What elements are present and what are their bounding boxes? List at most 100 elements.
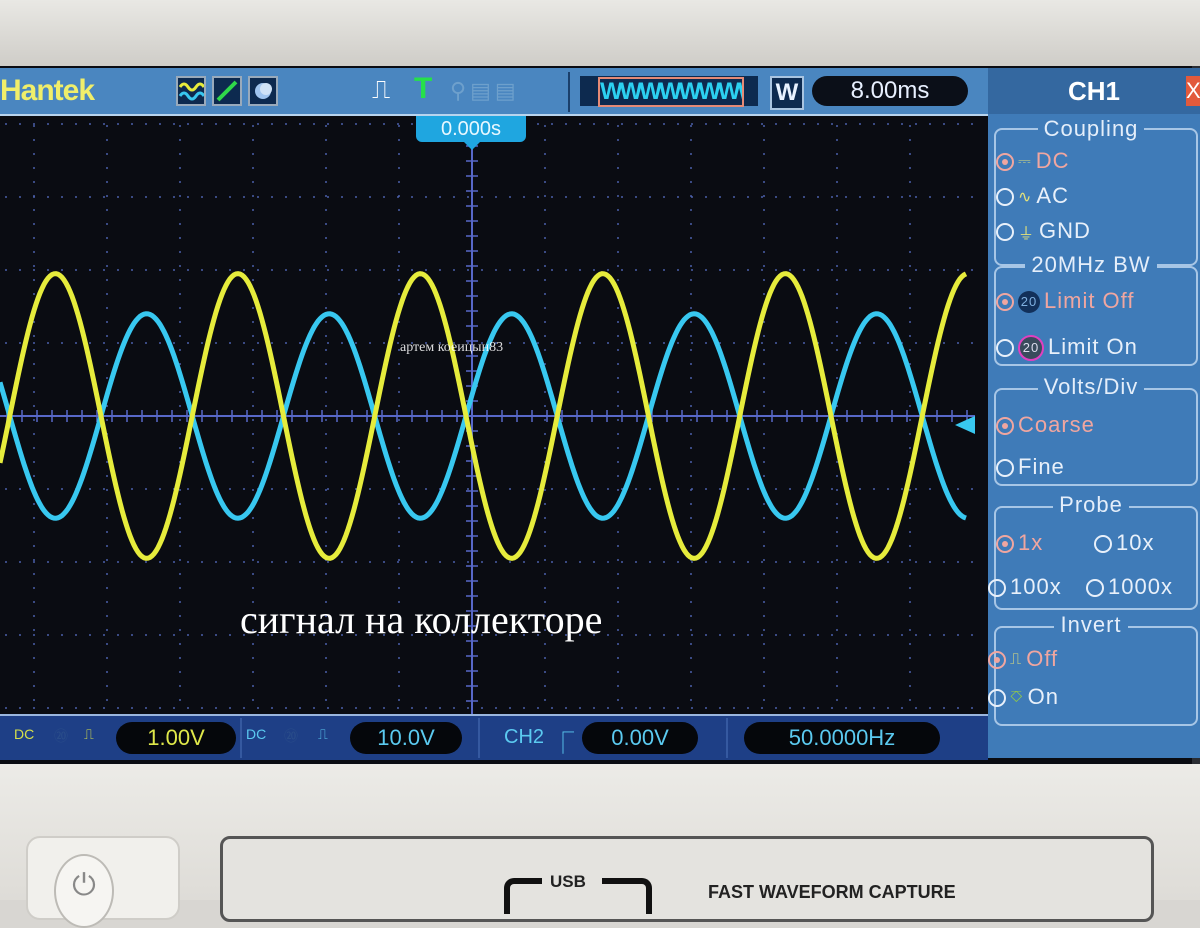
waveform-buffer-icon[interactable]: WWWWWWWWW xyxy=(580,76,758,107)
grid-dot xyxy=(252,321,254,323)
grid-dot xyxy=(565,342,567,344)
power-icon[interactable]: ⏻ xyxy=(54,854,114,928)
xy-mode-icon[interactable] xyxy=(212,76,242,106)
grid-dot xyxy=(179,307,181,309)
grid-dot xyxy=(617,629,619,631)
grid-dot xyxy=(523,342,525,344)
grid-dot xyxy=(106,237,108,239)
probe-1x-option[interactable]: 1x xyxy=(996,530,1043,556)
grid-dot xyxy=(106,307,108,309)
ch1-volts-div[interactable]: 1.00V xyxy=(116,722,236,754)
coupling-gnd-option[interactable]: ⏚ GND xyxy=(996,218,1091,244)
grid-dot xyxy=(909,587,911,589)
grid-dot xyxy=(929,123,931,125)
radio-icon[interactable] xyxy=(988,689,1006,708)
grid-dot xyxy=(325,419,327,421)
grid-dot xyxy=(341,269,343,271)
grid-dot xyxy=(763,251,765,253)
grid-dot xyxy=(47,342,49,344)
radio-icon[interactable] xyxy=(1086,579,1104,598)
grid-dot xyxy=(89,634,91,636)
radio-selected-icon[interactable] xyxy=(988,651,1006,670)
bottom-status-bar: DC ⑳ ⎍ 1.00V DC ⑳ ⎍ 10.0V CH2 ⎾ 0.00V 50… xyxy=(0,714,988,760)
grid-dot xyxy=(325,153,327,155)
grid-dot xyxy=(252,685,254,687)
ch2-volts-div[interactable]: 10.0V xyxy=(350,722,462,754)
grid-dot xyxy=(5,123,7,125)
persistence-icon[interactable] xyxy=(248,76,278,106)
grid-dot xyxy=(106,293,108,295)
grid-dot xyxy=(89,342,91,344)
coupling-ac-option[interactable]: ∿ AC xyxy=(996,183,1069,209)
grid-dot xyxy=(943,561,945,563)
grid-dot xyxy=(690,307,692,309)
grid-dot xyxy=(733,269,735,271)
grid-dot xyxy=(836,531,838,533)
grid-dot xyxy=(398,573,400,575)
grid-dot xyxy=(617,237,619,239)
grid-dot xyxy=(411,123,413,125)
grid-dot xyxy=(565,561,567,563)
bw-limit-on-option[interactable]: 20 Limit On xyxy=(996,334,1138,362)
radio-icon[interactable] xyxy=(996,339,1014,358)
coupling-dc-option[interactable]: ⎓ DC xyxy=(996,148,1070,174)
grid-dot xyxy=(649,707,651,709)
buffer-window[interactable]: WWWWWWWWW xyxy=(598,77,744,107)
inactive-status-icons: ⚲▤▤ xyxy=(450,78,520,103)
invert-on-option[interactable]: ⎏ On xyxy=(988,684,1059,710)
grid-dot xyxy=(836,629,838,631)
grid-dot xyxy=(179,181,181,183)
probe-10x-option[interactable]: 10x xyxy=(1094,530,1154,556)
radio-selected-icon[interactable] xyxy=(996,535,1014,554)
grid-dot xyxy=(803,123,805,125)
invert-off-option[interactable]: ⎍ Off xyxy=(988,646,1058,672)
grid-dot xyxy=(690,573,692,575)
grid-dot xyxy=(607,707,609,709)
grid-dot xyxy=(179,573,181,575)
yt-mode-icon[interactable] xyxy=(176,76,206,106)
grid-dot xyxy=(145,123,147,125)
grid-dot xyxy=(909,321,911,323)
volts-fine-option[interactable]: Fine xyxy=(996,454,1065,480)
grid-dot xyxy=(544,643,546,645)
grid-dot xyxy=(887,707,889,709)
grid-dot xyxy=(663,342,665,344)
radio-icon[interactable] xyxy=(996,188,1014,207)
ch1-ground-marker[interactable] xyxy=(955,416,975,434)
radio-icon[interactable] xyxy=(988,579,1006,598)
trigger-position-marker[interactable]: 0.000s xyxy=(416,116,526,150)
bw-limit-off-option[interactable]: 20 Limit Off xyxy=(996,288,1135,314)
radio-selected-icon[interactable] xyxy=(996,153,1014,172)
grid-dot xyxy=(325,447,327,449)
divider xyxy=(726,718,728,758)
grid-dot xyxy=(398,587,400,589)
grid-dot xyxy=(617,517,619,519)
close-icon[interactable]: X xyxy=(1186,76,1200,106)
radio-icon[interactable] xyxy=(996,459,1014,478)
grid-dot xyxy=(252,545,254,547)
radio-selected-icon[interactable] xyxy=(996,417,1014,436)
volts-coarse-option[interactable]: Coarse xyxy=(996,412,1095,438)
grid-dot xyxy=(705,488,707,490)
grid-dot xyxy=(845,342,847,344)
grid-dot xyxy=(179,643,181,645)
grid-dot xyxy=(544,405,546,407)
radio-selected-icon[interactable] xyxy=(996,293,1014,312)
grid-dot xyxy=(179,167,181,169)
grid-dot xyxy=(33,419,35,421)
grid-dot xyxy=(19,634,21,636)
divider xyxy=(240,718,242,758)
window-button[interactable]: W xyxy=(770,76,804,110)
trigger-level[interactable]: 0.00V xyxy=(582,722,698,754)
grid-dot xyxy=(763,167,765,169)
grid-dot xyxy=(106,699,108,701)
radio-icon[interactable] xyxy=(1094,535,1112,554)
probe-1000x-option[interactable]: 1000x xyxy=(1086,574,1173,600)
grid-dot xyxy=(909,307,911,309)
probe-100x-option[interactable]: 100x xyxy=(988,574,1062,600)
trigger-source: CH2 xyxy=(504,726,545,748)
grid-dot xyxy=(33,601,35,603)
radio-icon[interactable] xyxy=(996,223,1014,242)
grid-dot xyxy=(201,707,203,709)
grid-dot xyxy=(179,419,181,421)
